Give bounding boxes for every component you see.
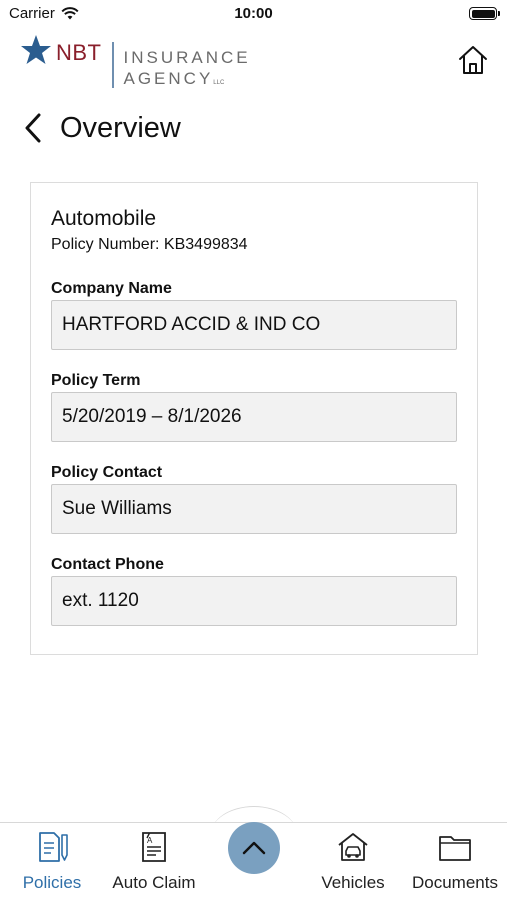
policy-contact-field: Sue Williams [51,484,457,534]
app-header: NBT INSURANCE AGENCYLLC [0,28,507,100]
contact-phone-label: Contact Phone [51,556,164,573]
tab-vehicles[interactable]: Vehicles [303,829,403,893]
policy-type: Automobile [51,207,157,230]
policy-term-field: 5/20/2019 – 8/1/2026 [51,392,457,442]
claim-form-icon: A [142,832,166,862]
expand-menu-button[interactable] [228,822,280,874]
page-title-row: Overview [24,108,181,148]
home-button[interactable] [457,44,489,76]
status-time: 10:00 [234,5,273,22]
status-bar: Carrier 10:00 [0,0,507,28]
policy-term-label: Policy Term [51,372,141,389]
policy-card: Automobile Policy Number: KB3499834 Comp… [30,182,478,655]
policy-contact-label: Policy Contact [51,464,163,481]
car-garage-icon [338,833,368,861]
tab-documents[interactable]: Documents [405,829,505,893]
page-title: Overview [60,111,181,144]
home-icon [459,46,487,74]
chevron-up-icon [242,841,266,855]
tab-auto-claim[interactable]: A Auto Claim [104,829,204,893]
battery-icon [469,7,500,20]
folder-icon [439,836,471,861]
contact-phone-field[interactable]: ext. 1120 [51,576,457,626]
agency-logo: NBT INSURANCE AGENCYLLC [20,34,251,94]
back-button[interactable] [24,112,46,144]
svg-text:A: A [147,836,153,845]
logo-brand: NBT [56,40,102,65]
chevron-left-icon [25,113,41,143]
tab-policies-label: Policies [22,873,82,892]
company-name-label: Company Name [51,280,172,297]
logo-wordmark: INSURANCE AGENCYLLC [124,47,251,94]
tab-auto-claim-label: Auto Claim [112,873,196,892]
document-pen-icon [39,832,68,862]
tab-policies[interactable]: Policies [2,829,102,893]
logo-line-1: INSURANCE [123,48,251,67]
logo-divider [111,42,114,88]
policy-number: Policy Number: KB3499834 [51,236,248,253]
tab-documents-label: Documents [412,873,498,892]
logo-suffix: LLC [213,80,225,86]
company-name-field: HARTFORD ACCID & IND CO [51,300,457,350]
star-icon [21,35,51,64]
tab-vehicles-label: Vehicles [321,873,385,892]
logo-line-2: AGENCYLLC [123,69,225,88]
